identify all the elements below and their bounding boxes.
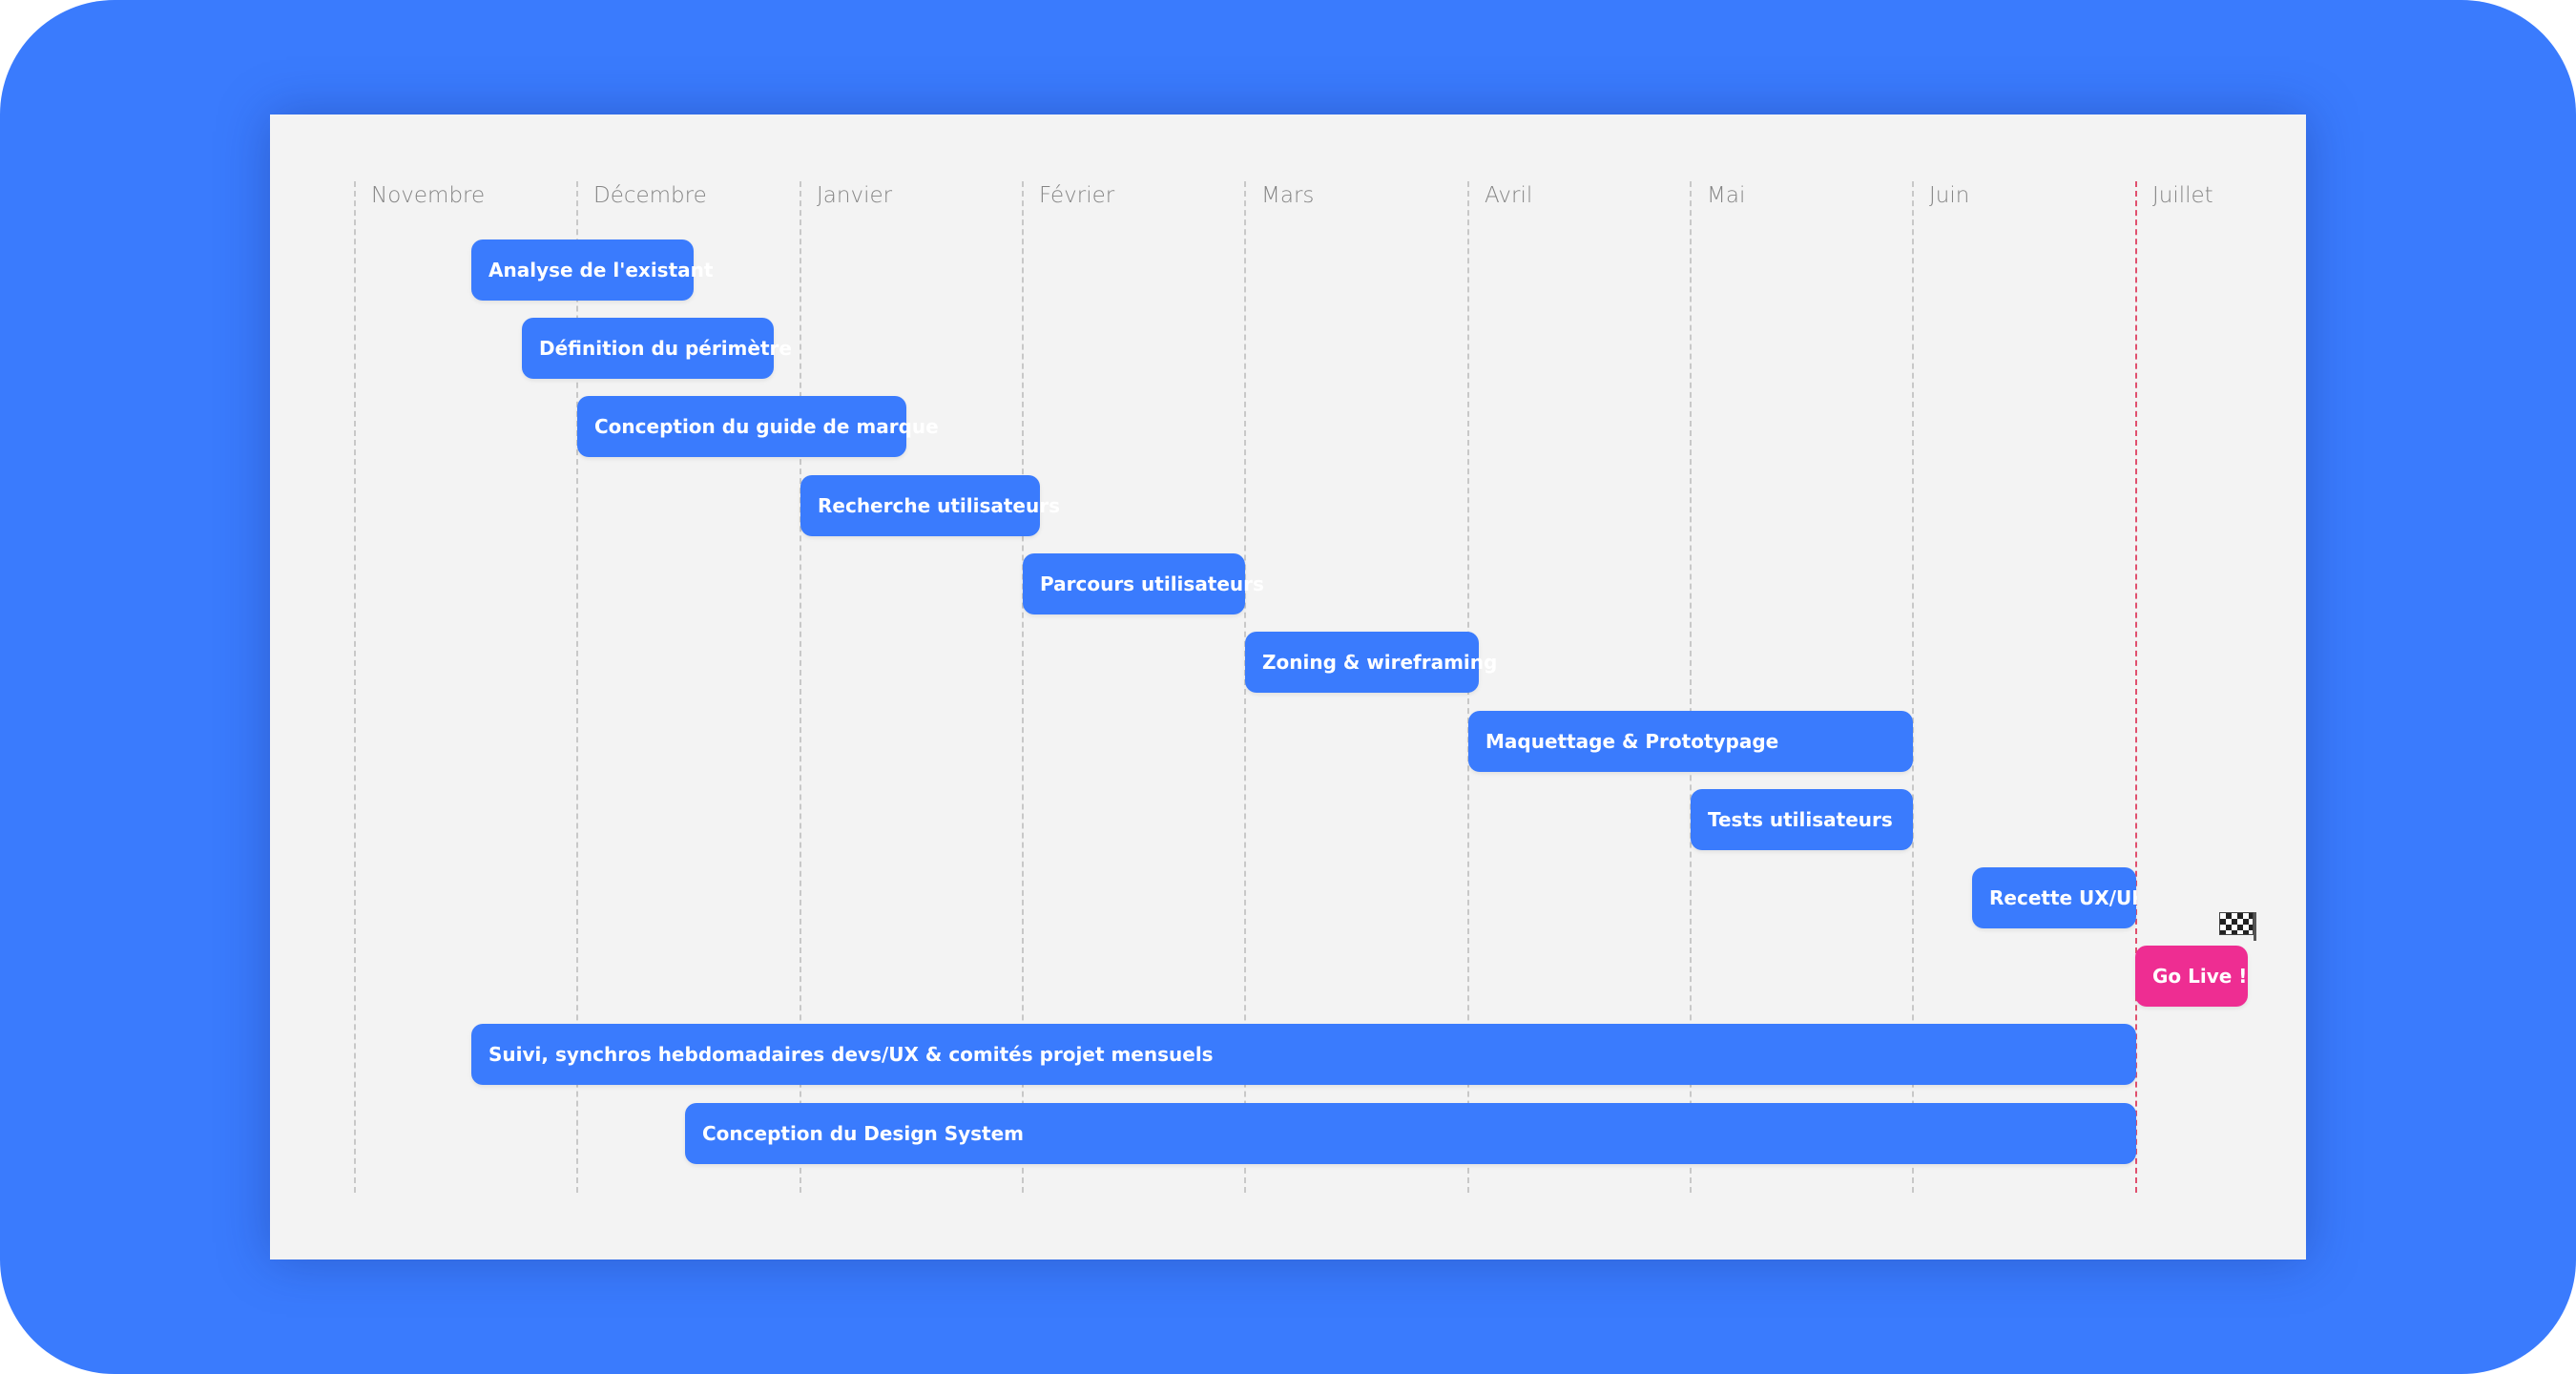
milestone-go-live[interactable]: Go Live ! xyxy=(2135,946,2248,1007)
checkered-flag-icon xyxy=(2219,912,2257,941)
roadmap-board: Novembre Décembre Janvier Février Mars A… xyxy=(270,114,2306,1260)
month-label-mars: Mars xyxy=(1261,183,1315,208)
task-bar-zoning-wireframing[interactable]: Zoning & wireframing xyxy=(1245,632,1497,693)
month-label-juin: Juin xyxy=(1929,183,1970,208)
background-frame: Novembre Décembre Janvier Février Mars A… xyxy=(0,0,2576,1374)
task-bar-maquettage-prototypage[interactable]: Maquettage & Prototypage xyxy=(1468,711,1913,772)
task-bar-parcours-utilisateurs[interactable]: Parcours utilisateurs xyxy=(1023,553,1264,614)
month-label-decembre: Décembre xyxy=(593,183,707,208)
month-label-fevrier: Février xyxy=(1039,183,1115,208)
month-gridline xyxy=(354,181,356,1193)
task-bar-design-system[interactable]: Conception du Design System xyxy=(685,1103,2136,1164)
month-label-janvier: Janvier xyxy=(817,183,893,208)
month-label-mai: Mai xyxy=(1707,183,1746,208)
task-bar-guide-de-marque[interactable]: Conception du guide de marque xyxy=(577,396,939,457)
task-bar-analyse-existant[interactable]: Analyse de l'existant xyxy=(471,239,713,301)
task-bar-definition-perimetre[interactable]: Définition du périmètre xyxy=(522,318,792,379)
task-bar-suivi-synchros[interactable]: Suivi, synchros hebdomadaires devs/UX & … xyxy=(471,1024,2136,1085)
task-bar-tests-utilisateurs[interactable]: Tests utilisateurs xyxy=(1691,789,1913,850)
month-label-avril: Avril xyxy=(1485,183,1533,208)
task-bar-recherche-utilisateurs[interactable]: Recherche utilisateurs xyxy=(800,475,1060,536)
month-label-novembre: Novembre xyxy=(371,183,486,208)
month-label-juillet: Juillet xyxy=(2152,183,2213,208)
task-bar-recette-ux-ui[interactable]: Recette UX/UI xyxy=(1972,867,2139,928)
